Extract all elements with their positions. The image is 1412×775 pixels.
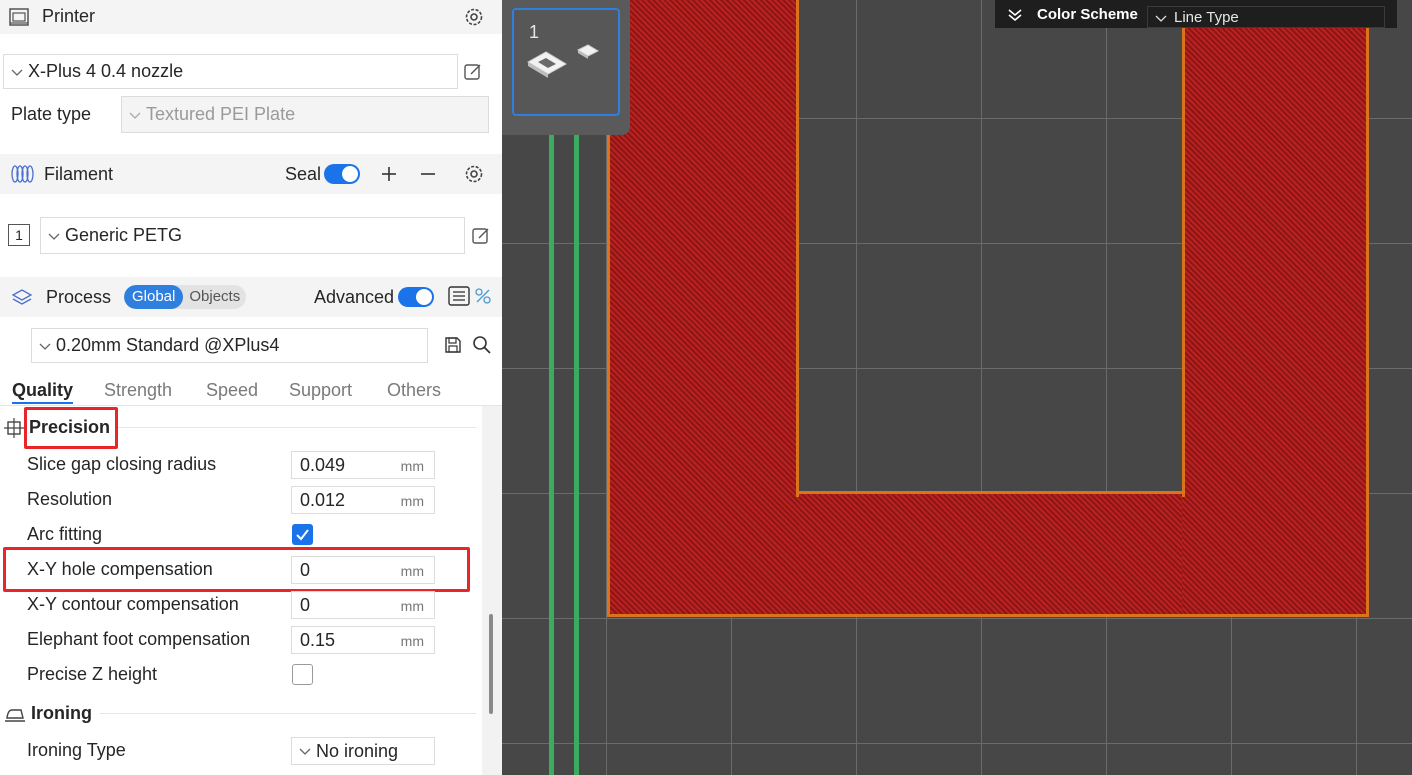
objects-tab[interactable]: Objects — [183, 285, 246, 309]
inner-wall — [796, 491, 1185, 494]
remove-filament-icon[interactable] — [419, 165, 437, 183]
xy-contour-value: 0 — [300, 595, 311, 615]
tab-quality[interactable]: Quality — [12, 380, 74, 404]
inner-wall — [796, 0, 799, 497]
plate-thumbnail[interactable]: 1 — [512, 8, 620, 116]
slice-gap-field[interactable]: 0.049 mm — [291, 451, 435, 479]
plate-type-label: Plate type — [11, 104, 92, 124]
edit-printer-icon[interactable] — [463, 62, 483, 82]
xy-contour-label: X-Y contour compensation — [27, 594, 239, 614]
chevron-down-icon — [11, 69, 23, 76]
filament-settings-gear-icon[interactable] — [463, 163, 485, 185]
color-scheme-value: Line Type — [1174, 9, 1239, 26]
tab-speed[interactable]: Speed — [206, 380, 258, 401]
plate-type-combo[interactable]: Textured PEI Plate — [121, 96, 489, 133]
collapse-chevron-icon[interactable] — [1007, 8, 1023, 22]
color-scheme-combo[interactable]: Line Type — [1147, 6, 1385, 28]
settings-panel: Printer X-Plus 4 0.4 nozzle Plate type T… — [0, 0, 502, 775]
arc-fitting-label: Arc fitting — [27, 524, 103, 544]
chevron-down-icon — [1155, 15, 1167, 22]
slice-gap-label: Slice gap closing radius — [27, 454, 217, 474]
tab-others[interactable]: Others — [387, 380, 441, 401]
process-scope-switch[interactable]: Global Objects — [124, 285, 247, 309]
tab-support[interactable]: Support — [289, 380, 352, 401]
part-infill-left — [607, 0, 799, 617]
precision-highlight-box — [24, 407, 118, 449]
save-preset-icon[interactable] — [444, 336, 462, 354]
printer-title: Printer — [42, 6, 96, 26]
plate-preview-icon — [527, 44, 600, 78]
color-scheme-label: Color Scheme — [1037, 6, 1138, 23]
printer-preset-combo[interactable]: X-Plus 4 0.4 nozzle — [3, 54, 458, 89]
precise-z-label: Precise Z height — [27, 664, 158, 684]
part-infill-bottom — [799, 494, 1182, 617]
process-preset-combo[interactable]: 0.20mm Standard @XPlus4 — [31, 328, 428, 363]
precise-z-checkbox[interactable] — [292, 664, 313, 685]
list-view-icon[interactable] — [448, 286, 470, 306]
chevron-down-icon — [39, 343, 51, 350]
filament-section-header: Filament Seal — [0, 154, 502, 194]
advanced-label: Advanced — [314, 287, 395, 307]
part-infill-right — [1182, 0, 1369, 617]
ironing-type-value: No ironing — [316, 740, 399, 761]
process-preset-value: 0.20mm Standard @XPlus4 — [56, 335, 280, 355]
resolution-field[interactable]: 0.012 mm — [291, 486, 435, 514]
filament-icon — [11, 165, 34, 183]
ironing-group-title: Ironing — [31, 703, 92, 723]
unit-label: mm — [400, 458, 424, 474]
color-scheme-legend: Color Scheme Line Type — [995, 0, 1397, 28]
printer-section-header: Printer — [0, 0, 502, 34]
elephant-foot-value: 0.15 — [300, 630, 336, 650]
elephant-foot-field[interactable]: 0.15 mm — [291, 626, 435, 654]
process-tabs: Quality Strength Speed Support Others — [0, 376, 502, 406]
chevron-down-icon — [299, 748, 311, 755]
tab-strength[interactable]: Strength — [104, 380, 172, 401]
seal-toggle[interactable] — [324, 164, 360, 184]
filament-preset-combo[interactable]: Generic PETG — [40, 217, 465, 254]
arc-fitting-checkbox[interactable] — [292, 524, 313, 545]
process-layers-icon — [11, 289, 33, 305]
process-title: Process — [46, 287, 112, 307]
3d-viewport[interactable]: 1 Color Scheme Line Type — [502, 0, 1412, 775]
add-filament-icon[interactable] — [380, 165, 398, 183]
checkmark-icon — [296, 529, 309, 541]
inner-wall — [1182, 0, 1185, 497]
group-divider — [118, 427, 476, 428]
settings-scroll-track[interactable] — [482, 406, 502, 775]
resolution-value: 0.012 — [300, 490, 346, 510]
filament-preset-value: Generic PETG — [65, 225, 183, 245]
seal-label: Seal — [285, 164, 322, 184]
outer-wall — [1366, 0, 1369, 617]
process-section-header: Process Global Objects Advanced — [0, 277, 502, 317]
unit-label: mm — [400, 598, 424, 614]
filament-title: Filament — [44, 164, 114, 184]
ironing-icon — [5, 709, 25, 722]
precision-icon — [4, 418, 24, 438]
settings-scrollbar[interactable] — [489, 614, 493, 714]
printer-settings-gear-icon[interactable] — [463, 6, 485, 28]
printer-preset-value: X-Plus 4 0.4 nozzle — [28, 61, 184, 81]
compare-icon[interactable] — [474, 287, 492, 305]
slice-gap-value: 0.049 — [300, 455, 346, 475]
printer-icon — [9, 8, 29, 26]
unit-label: mm — [400, 493, 424, 509]
resolution-label: Resolution — [27, 489, 113, 509]
plate-type-value: Textured PEI Plate — [146, 104, 296, 124]
elephant-foot-label: Elephant foot compensation — [27, 629, 251, 649]
xy-hole-highlight-box — [3, 547, 470, 592]
chevron-down-icon — [129, 112, 141, 119]
group-divider — [100, 713, 476, 714]
chevron-down-icon — [48, 233, 60, 240]
xy-contour-field[interactable]: 0 mm — [291, 591, 435, 619]
ironing-type-label: Ironing Type — [27, 740, 126, 760]
ironing-type-combo[interactable]: No ironing — [291, 737, 435, 765]
search-icon[interactable] — [472, 335, 492, 355]
advanced-toggle[interactable] — [398, 287, 434, 307]
filament-slot-badge[interactable]: 1 — [8, 224, 30, 246]
global-tab[interactable]: Global — [124, 285, 184, 309]
unit-label: mm — [400, 633, 424, 649]
plate-list-panel: 1 — [502, 0, 630, 135]
edit-filament-icon[interactable] — [471, 226, 491, 246]
outer-wall — [607, 614, 1369, 617]
